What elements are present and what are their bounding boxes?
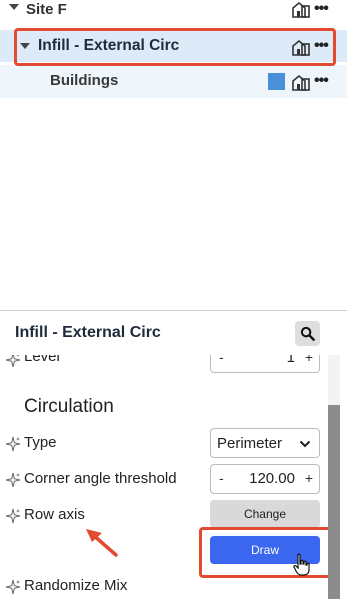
tree-row-label: Buildings (50, 72, 119, 89)
building-icon[interactable] (291, 73, 311, 91)
panel-title: Infill - External Circ (15, 324, 161, 341)
stepper-value[interactable]: 1 (287, 355, 295, 366)
section-title-circulation: Circulation (24, 396, 114, 417)
color-swatch[interactable] (268, 73, 285, 90)
search-icon (300, 326, 315, 341)
select-value: Perimeter (217, 435, 283, 452)
level-stepper[interactable]: - 1 + (210, 355, 320, 373)
caret-down-icon[interactable] (9, 4, 19, 10)
building-icon[interactable] (291, 0, 311, 18)
tree-row-label: Site F (26, 1, 67, 18)
corner-angle-stepper[interactable]: - 120.00 + (210, 464, 320, 494)
more-options-icon[interactable]: ••• (314, 0, 329, 18)
increment-button[interactable]: + (305, 355, 313, 365)
properties-scroll-area[interactable]: Level - 1 + Circulation Type Perimeter C… (0, 355, 347, 599)
type-select[interactable]: Perimeter (210, 428, 320, 458)
property-label-level: Level (24, 355, 60, 365)
properties-panel: Infill - External Circ Level - 1 + Circu… (0, 310, 347, 599)
chevron-down-icon (299, 440, 311, 448)
property-label-row-axis: Row axis (24, 506, 85, 523)
highlight-annotation (199, 527, 337, 578)
decrement-button[interactable]: - (219, 470, 224, 486)
scrollbar-thumb[interactable] (328, 405, 340, 599)
property-label-corner-angle: Corner angle threshold (24, 470, 177, 487)
decrement-button[interactable]: - (219, 355, 224, 365)
tree-row-buildings[interactable]: Buildings ••• (0, 65, 347, 98)
annotation-arrow-icon (86, 529, 118, 557)
highlight-annotation (14, 28, 336, 66)
tree-row-site[interactable]: Site F ••• (0, 0, 347, 26)
sparkle-icon[interactable] (5, 355, 21, 368)
layer-tree: Site F ••• Infill - External Circ ••• Bu… (0, 0, 347, 310)
increment-button[interactable]: + (305, 470, 313, 486)
hand-cursor-icon (293, 553, 310, 576)
property-label-type: Type (24, 434, 57, 451)
sparkle-icon[interactable] (5, 472, 21, 488)
property-label-randomize: Randomize Mix (24, 577, 128, 594)
stepper-value[interactable]: 120.00 (249, 470, 295, 487)
change-button[interactable]: Change (210, 500, 320, 528)
sparkle-icon[interactable] (5, 436, 21, 452)
more-options-icon[interactable]: ••• (314, 72, 329, 90)
sparkle-icon[interactable] (5, 579, 21, 595)
sparkle-icon[interactable] (5, 508, 21, 524)
search-button[interactable] (295, 321, 320, 346)
